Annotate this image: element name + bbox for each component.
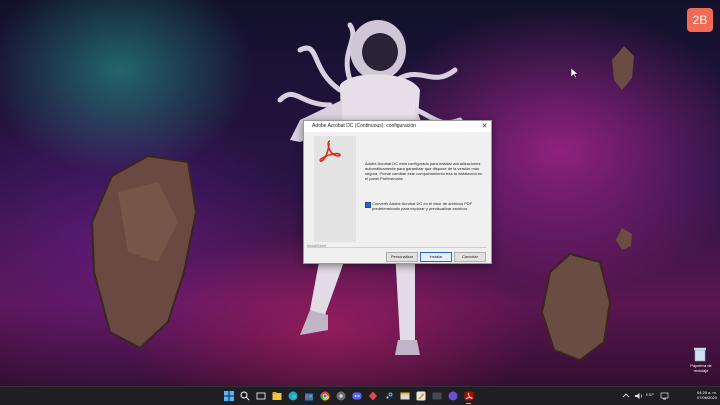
asteroid-right [540,252,612,362]
clock-date: 07/06/2020 [696,395,717,400]
channel-badge: 2B [687,8,713,32]
installer-dialog: Adobe Acrobat DC (Continuous): configura… [303,120,492,264]
dialog-info-text: Adobe Acrobat DC está configurado para i… [365,161,483,181]
install-button[interactable]: Instalar [420,252,452,262]
file-explorer-icon[interactable] [272,391,282,401]
windows-start-icon[interactable] [224,391,234,401]
recycle-bin-shortcut[interactable]: Papelera de reciclaje [686,347,716,377]
explorer-window-icon[interactable] [400,391,410,401]
default-viewer-label: Convertir Adobe Acrobat DC en el visor d… [372,201,473,211]
mouse-cursor-icon [571,68,579,78]
asteroid-left [90,154,198,350]
close-icon[interactable]: ✕ [480,121,489,132]
customize-button[interactable]: Personalizar [386,252,418,262]
task-view-icon[interactable] [256,391,266,401]
asteroid-small-mid [616,228,632,250]
steam-icon[interactable] [384,391,394,401]
acrobat-logo-icon [319,140,341,162]
tray-expand-icon[interactable] [622,391,630,401]
language-indicator[interactable]: ESP [646,392,654,397]
dialog-titlebar[interactable]: Adobe Acrobat DC (Continuous): configura… [304,121,491,132]
asteroid-small-top [612,46,634,90]
app-red-icon[interactable] [368,391,378,401]
cancel-button[interactable]: Cancelar [454,252,486,262]
recycle-bin-icon [694,347,706,362]
search-icon[interactable] [240,391,250,401]
app-chat-icon[interactable] [448,391,458,401]
volume-icon[interactable] [634,391,643,401]
app-dark-icon[interactable] [432,391,442,401]
discord-icon[interactable] [352,391,362,401]
dialog-separator [307,247,487,248]
store-icon[interactable] [304,391,314,401]
edge-browser-icon[interactable] [288,391,298,401]
chrome-icon[interactable] [320,391,330,401]
taskbar: ESP 04:28 a. m. 07/06/2020 [0,386,720,405]
taskbar-clock[interactable]: 04:28 a. m. 07/06/2020 [697,390,717,400]
recycle-bin-label: Papelera de reciclaje [690,363,712,373]
default-viewer-checkbox[interactable] [365,202,371,208]
network-icon[interactable] [660,391,669,401]
acrobat-installer-taskbar-icon[interactable] [464,391,474,401]
dialog-title: Adobe Acrobat DC (Continuous): configura… [312,123,416,129]
media-app-icon[interactable] [336,391,346,401]
paint-app-icon[interactable] [416,391,426,401]
